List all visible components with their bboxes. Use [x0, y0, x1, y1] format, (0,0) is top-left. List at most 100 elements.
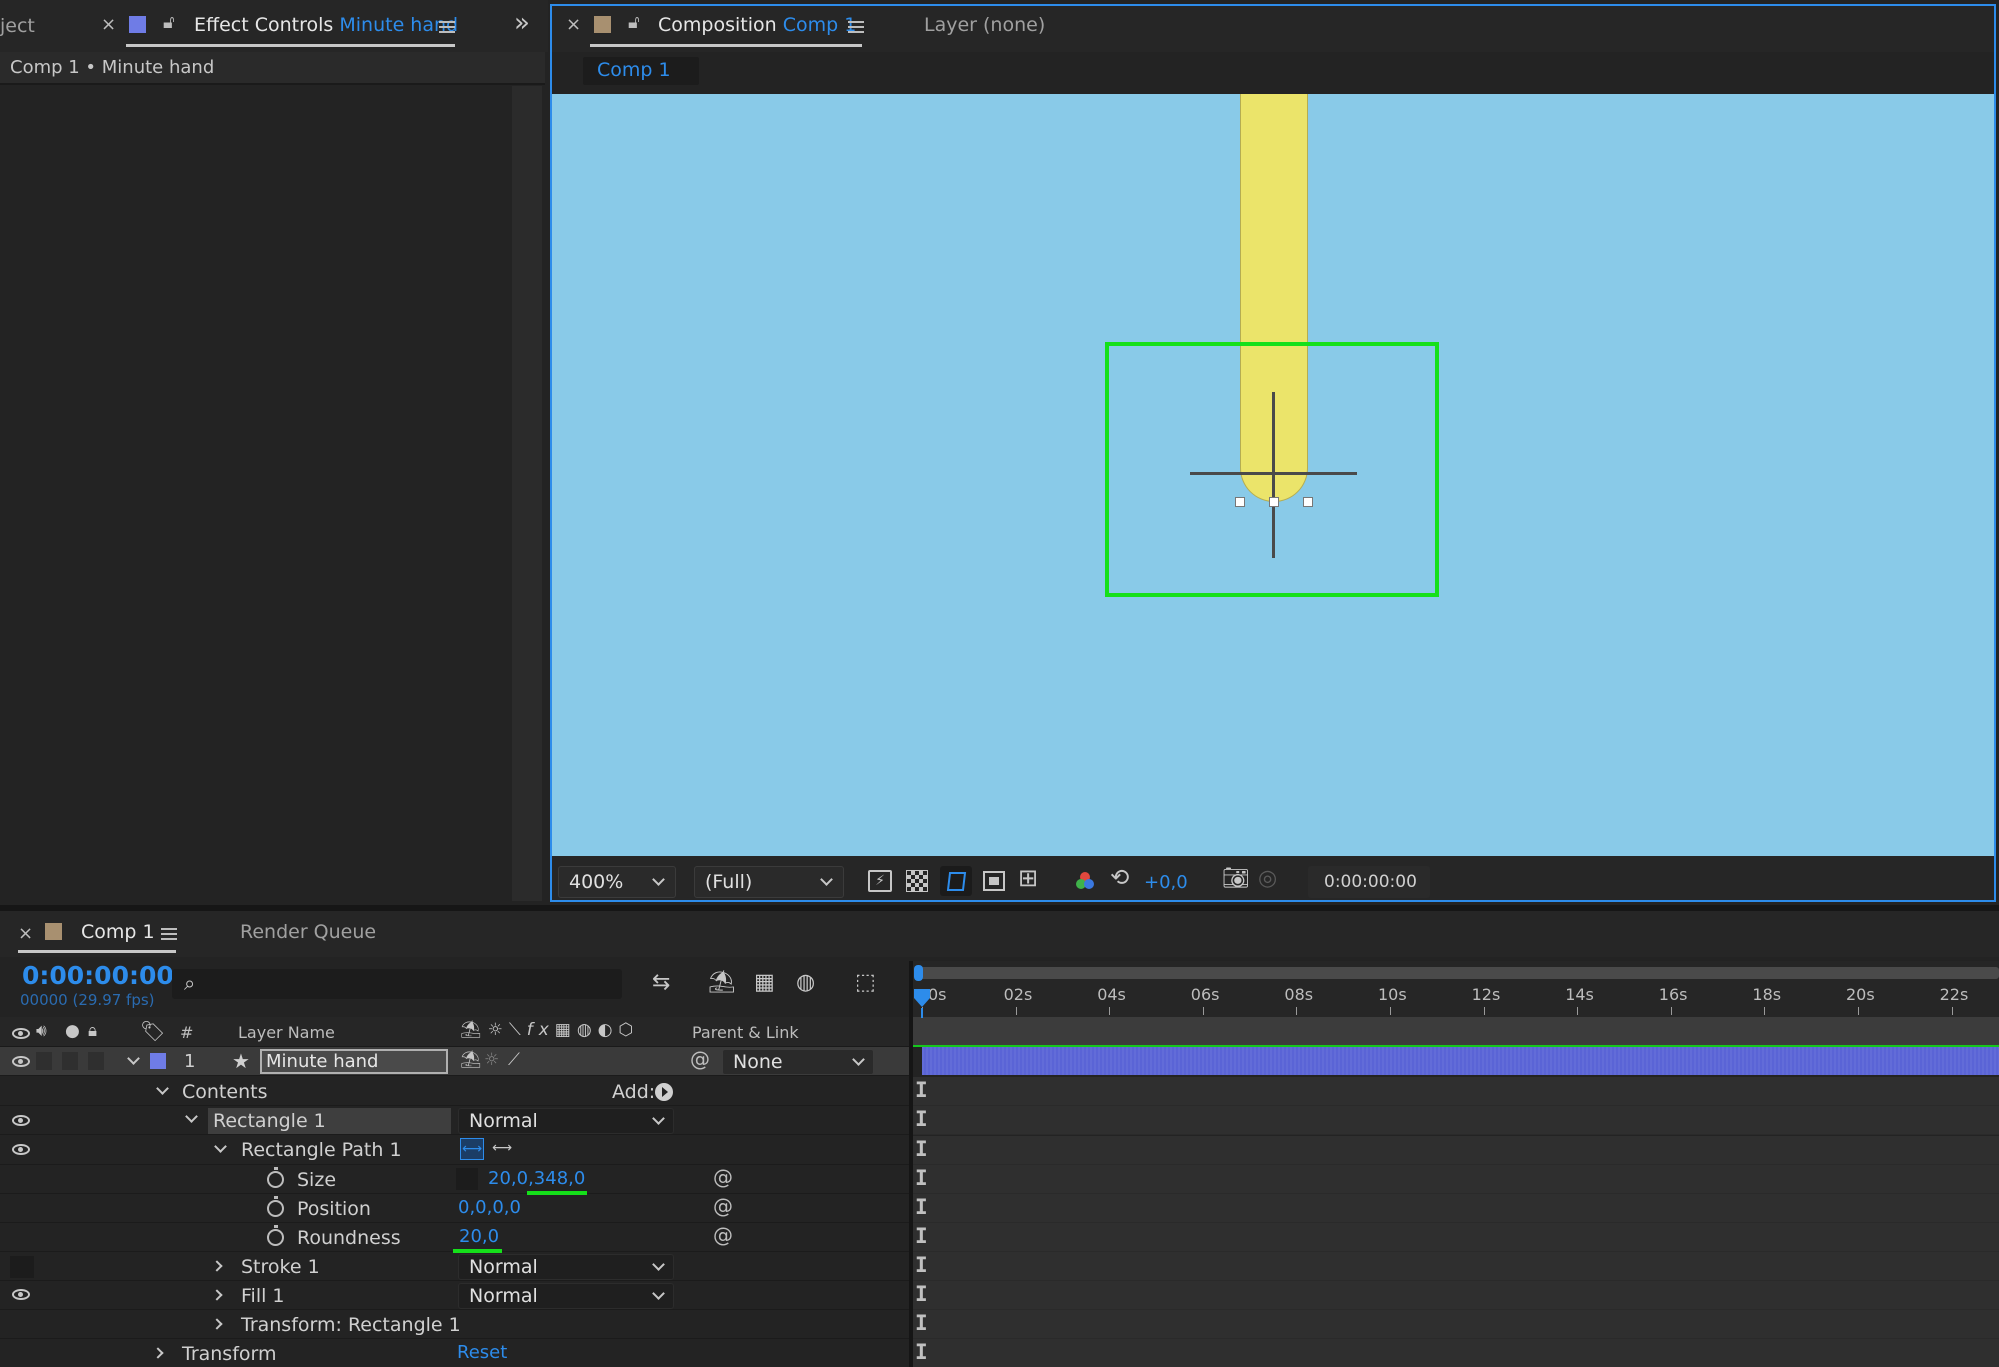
layer-label-color[interactable] — [150, 1053, 166, 1069]
property-track[interactable] — [912, 1310, 1999, 1339]
property-track[interactable] — [912, 1252, 1999, 1281]
shy-switch-icon[interactable]: ⛱︎ — [460, 1050, 482, 1070]
expression-pick-whip-icon[interactable]: @ — [713, 1165, 733, 1189]
timeline-split-divider[interactable] — [909, 961, 913, 1367]
constrain-proportions-toggle[interactable] — [456, 1168, 478, 1190]
property-track[interactable] — [912, 1165, 1999, 1194]
comp-chip[interactable]: Comp 1 — [583, 57, 699, 85]
composition-viewer[interactable] — [552, 94, 1994, 856]
close-icon[interactable]: × — [18, 923, 33, 944]
fill-row[interactable] — [0, 1281, 912, 1310]
layer-name-field[interactable]: Minute hand — [260, 1049, 448, 1074]
work-area-start[interactable] — [914, 965, 923, 981]
eye-icon[interactable] — [12, 1056, 30, 1067]
transparency-grid-icon[interactable] — [906, 870, 928, 892]
rectangle-1-label-bg[interactable]: Rectangle 1 — [208, 1108, 451, 1134]
quality-switch-icon[interactable]: ⟋ — [508, 1050, 520, 1070]
contents-row[interactable] — [0, 1077, 912, 1106]
size-value[interactable]: 20,0,348,0 — [488, 1168, 585, 1189]
time-ruler[interactable] — [912, 961, 1999, 1017]
eye-icon[interactable] — [12, 1144, 30, 1155]
solo-toggle[interactable] — [62, 1052, 78, 1070]
fill-blend-dropdown[interactable]: Normal — [458, 1283, 674, 1309]
roundness-row[interactable] — [0, 1223, 912, 1252]
close-icon[interactable]: × — [566, 14, 581, 35]
stroke-blend-dropdown[interactable]: Normal — [458, 1254, 674, 1280]
eye-icon[interactable] — [12, 1115, 30, 1126]
parent-dropdown[interactable]: None — [722, 1049, 874, 1075]
frame-blending-icon[interactable]: ▦ — [754, 970, 775, 995]
lock-column-icon[interactable]: 🔒︎ — [88, 1021, 97, 1041]
add-menu-icon[interactable] — [655, 1083, 673, 1101]
audio-toggle[interactable] — [36, 1052, 52, 1070]
blend-mode-dropdown[interactable]: Normal — [458, 1108, 674, 1134]
eye-column-icon[interactable] — [12, 1024, 30, 1043]
parent-link-column-header[interactable]: Parent & Link — [692, 1023, 799, 1042]
layer-tab[interactable]: Layer (none) — [924, 14, 1045, 36]
effect-controls-tab[interactable]: Effect Controls Minute hand — [194, 14, 458, 36]
zoom-dropdown[interactable]: 400% — [558, 866, 676, 898]
solo-column-icon[interactable]: ● — [65, 1021, 80, 1041]
layer-name-column-header[interactable]: Layer Name — [238, 1023, 335, 1042]
camera-icon[interactable]: 📷︎ — [1222, 866, 1250, 891]
viewer-timecode[interactable]: 0:00:00:00 — [1308, 866, 1430, 898]
motion-blur-icon[interactable]: ◍ — [796, 970, 815, 995]
path-direction-icon[interactable]: ⟷ — [460, 1138, 484, 1160]
layer-search-input[interactable]: ⌕ — [172, 969, 622, 999]
playhead-marker[interactable] — [913, 988, 931, 1008]
visibility-toggle-off[interactable] — [10, 1256, 34, 1278]
property-track[interactable] — [912, 1194, 1999, 1223]
effect-panel-scrollbar[interactable] — [512, 86, 542, 901]
property-track[interactable] — [912, 1077, 1999, 1106]
project-tab-partial[interactable]: ject — [0, 15, 35, 37]
transform-row[interactable] — [0, 1339, 912, 1367]
panel-menu-icon[interactable] — [848, 21, 864, 33]
reset-link[interactable]: Reset — [457, 1342, 507, 1363]
rectangle-1-row[interactable] — [0, 1106, 912, 1135]
position-row[interactable] — [0, 1194, 912, 1223]
property-track[interactable] — [912, 1106, 1999, 1135]
lock-icon[interactable]: 🔓︎ — [628, 12, 640, 33]
collapse-switch-icon[interactable]: ☼ — [484, 1050, 499, 1070]
render-queue-tab[interactable]: Render Queue — [240, 921, 376, 943]
lock-toggle[interactable] — [88, 1052, 104, 1070]
resolution-dropdown[interactable]: (Full) — [694, 866, 844, 898]
layer-duration-bar[interactable] — [922, 1047, 1999, 1075]
expression-pick-whip-icon[interactable]: @ — [713, 1223, 733, 1247]
mask-visibility-icon[interactable] — [940, 866, 972, 896]
panel-overflow-icon[interactable]: » — [514, 8, 530, 38]
pick-whip-icon[interactable]: @ — [690, 1047, 710, 1071]
stopwatch-icon[interactable] — [267, 1167, 284, 1188]
fast-preview-icon[interactable]: ⚡ — [868, 870, 892, 892]
panel-menu-icon[interactable] — [439, 21, 455, 33]
composition-tab[interactable]: Composition Comp 1 — [658, 14, 856, 36]
stroke-row[interactable] — [0, 1252, 912, 1281]
eye-icon[interactable] — [12, 1289, 30, 1300]
graph-editor-icon[interactable]: ⬚ — [855, 970, 876, 995]
property-track[interactable] — [912, 1339, 1999, 1367]
region-of-interest-icon[interactable] — [983, 871, 1005, 891]
panel-menu-icon[interactable] — [161, 928, 177, 940]
lock-icon[interactable]: 🔓︎ — [163, 12, 175, 33]
path-direction-reverse-icon[interactable]: ⟷ — [490, 1138, 514, 1160]
color-channels-icon[interactable] — [1075, 871, 1095, 891]
expression-pick-whip-icon[interactable]: @ — [713, 1194, 733, 1218]
audio-column-icon[interactable]: 🔊︎ — [36, 1021, 47, 1041]
position-value[interactable]: 0,0,0,0 — [458, 1197, 521, 1218]
number-column-header[interactable]: # — [180, 1023, 193, 1042]
rectangle-path-row[interactable] — [0, 1136, 912, 1165]
label-column-icon[interactable]: 🏷︎ — [140, 1019, 165, 1043]
stopwatch-icon[interactable] — [267, 1196, 284, 1217]
timeline-comp-tab[interactable]: Comp 1 — [81, 921, 155, 943]
reset-exposure-icon[interactable]: ⟲ — [1110, 865, 1129, 891]
roundness-value[interactable]: 20,0 — [459, 1226, 499, 1247]
work-area-bar[interactable] — [920, 967, 1999, 979]
draft-3d-icon[interactable]: ⛱︎ — [708, 970, 736, 995]
show-snapshot-icon[interactable]: ◎ — [1258, 866, 1277, 891]
property-track[interactable] — [912, 1281, 1999, 1310]
comp-mini-flowchart-icon[interactable]: ⇆ — [652, 970, 670, 995]
property-track[interactable] — [912, 1136, 1999, 1165]
stopwatch-icon[interactable] — [267, 1225, 284, 1246]
close-icon[interactable]: × — [101, 14, 116, 35]
grid-guides-icon[interactable]: ⊞ — [1018, 864, 1038, 892]
